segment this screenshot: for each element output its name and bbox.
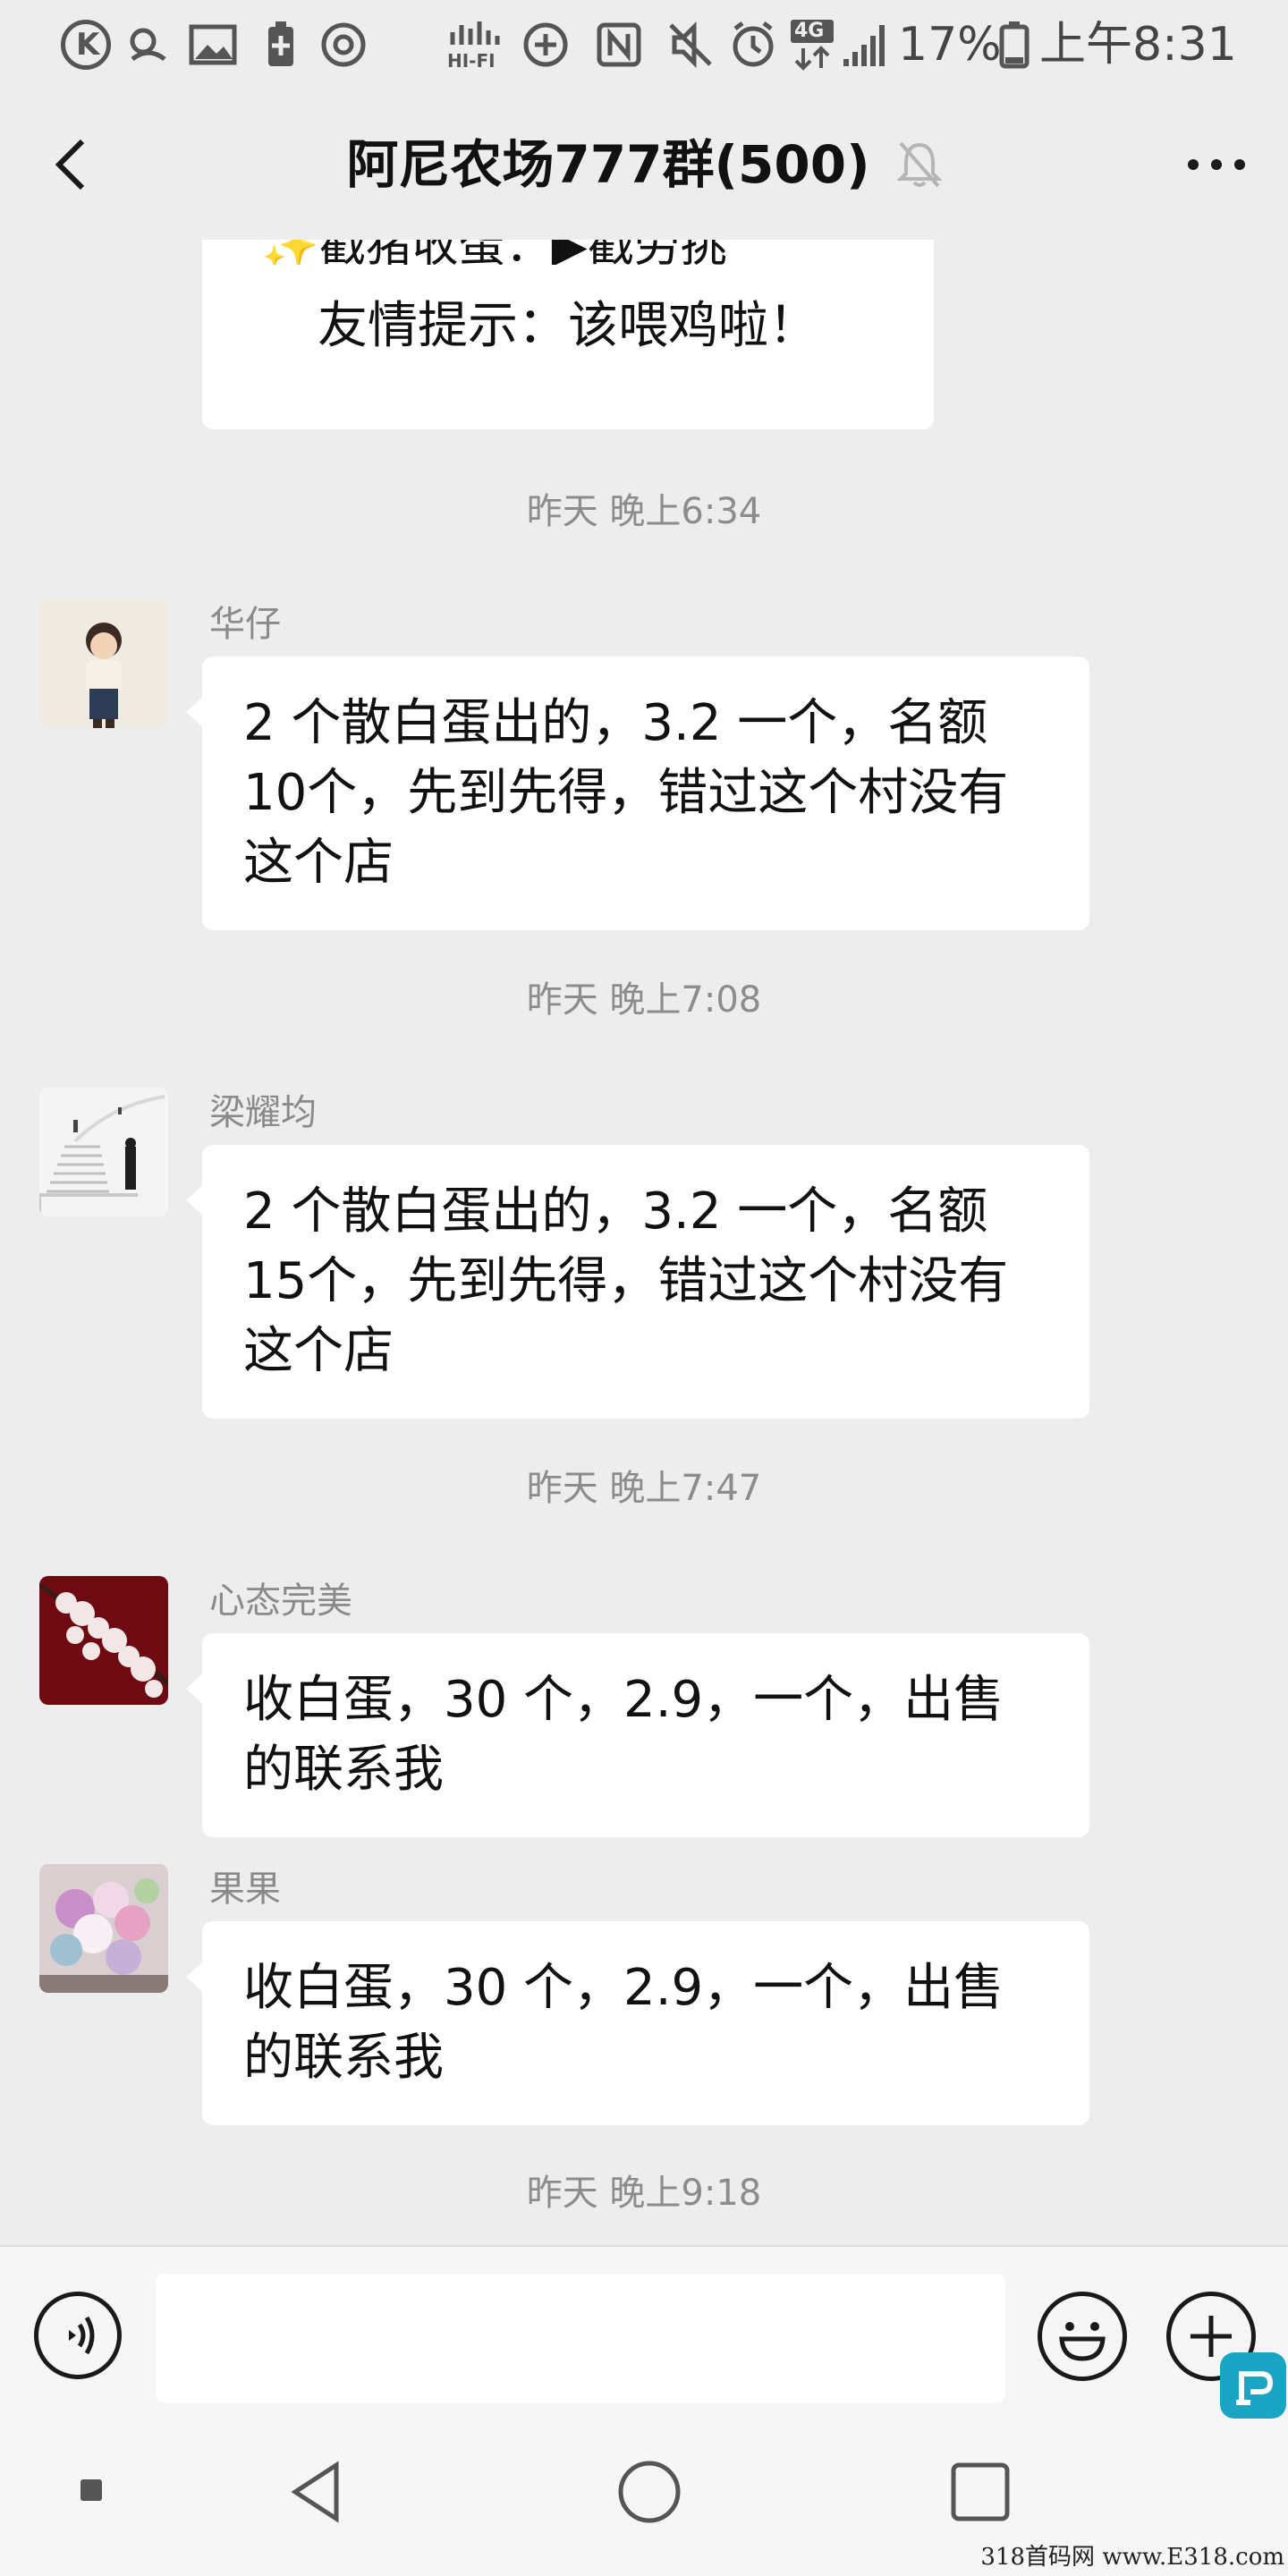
message-cut-off-line-wrap: ✨戳猪收蛋：▶戳劳挑 — [243, 240, 893, 265]
sender-name: 华仔 — [209, 604, 281, 645]
timestamp: 昨天 晚上9:18 — [526, 2173, 762, 2214]
data-saver-icon — [523, 22, 568, 67]
chat-header: 阿尼农场777群(500) — [0, 89, 1288, 240]
message-bubble[interactable]: 收白蛋，30 个，2.9，一个，出售 的联系我 — [186, 1633, 1089, 1837]
recent-dot-icon[interactable] — [79, 2478, 104, 2503]
avatar[interactable] — [39, 1088, 168, 1216]
4g-icon: 4G — [791, 20, 834, 73]
battery-saver-icon — [268, 21, 293, 66]
timestamp: 昨天 晚上7:08 — [526, 979, 762, 1021]
kkbox-icon: K — [61, 20, 111, 70]
message-text[interactable]: 友情提示：该喂鸡啦！ — [243, 292, 893, 361]
clock: 上午8:31 — [1039, 18, 1237, 72]
timestamp: 昨天 晚上6:34 — [526, 491, 762, 532]
chat-title-wrap: 阿尼农场777群(500) — [0, 125, 1288, 204]
chrome-icon — [321, 22, 366, 67]
battery-icon — [999, 21, 1030, 69]
message-cut-off-line: ✨戳猪收蛋：▶戳劳挑 — [261, 240, 727, 265]
avatar[interactable] — [39, 599, 168, 728]
sender-name: 梁耀均 — [209, 1092, 317, 1133]
avatar[interactable] — [39, 1576, 168, 1705]
message-bubble[interactable]: 2 个散白蛋出的，3.2 一个，名额 15个，先到先得，错过这个村没有 这个店 — [186, 1145, 1089, 1419]
message-input[interactable] — [156, 2274, 1005, 2402]
voice-button[interactable] — [34, 2292, 122, 2379]
input-bar — [0, 2245, 1288, 2424]
back-triangle-icon[interactable] — [283, 2458, 351, 2526]
app-badge-icon — [1236, 2371, 1274, 2405]
emoji-button[interactable] — [1038, 2292, 1127, 2381]
mute-icon — [669, 21, 712, 69]
message-bubble[interactable]: 收白蛋，30 个，2.9，一个，出售 的联系我 — [186, 1921, 1089, 2125]
hifi-icon: HI-FI — [447, 20, 501, 73]
overview-square-icon[interactable] — [946, 2458, 1014, 2526]
image-icon — [189, 24, 237, 65]
emoji-icon — [1059, 2322, 1106, 2361]
voice-icon — [69, 2316, 95, 2355]
battery-percent: 17% — [898, 18, 1002, 72]
more-dots-icon[interactable] — [1181, 129, 1252, 200]
status-bar: K HI-FI 4G 17% 上午8:31 — [0, 0, 1288, 89]
bell-muted-icon — [896, 141, 942, 188]
watermark: 318首码网 www.E318.com — [980, 2544, 1284, 2571]
system-nav-bar: 318首码网 www.E318.com — [0, 2424, 1288, 2576]
avatar[interactable] — [39, 1864, 168, 1993]
timestamp: 昨天 晚上7:47 — [526, 1468, 762, 1509]
alarm-icon — [733, 21, 774, 67]
signal-icon — [843, 25, 885, 66]
nfc-icon — [597, 22, 641, 67]
floating-app-badge[interactable] — [1220, 2352, 1286, 2419]
message-bubble[interactable]: ✨戳猪收蛋：▶戳劳挑 友情提示：该喂鸡啦！ — [202, 240, 934, 429]
home-circle-icon[interactable] — [614, 2456, 685, 2528]
weather-icon — [130, 28, 166, 62]
message-list[interactable]: ✨戳猪收蛋：▶戳劳挑 友情提示：该喂鸡啦！ 昨天 晚上6:34 华仔 2 个散白… — [0, 240, 1288, 2245]
sender-name: 心态完美 — [209, 1580, 352, 1622]
chat-title: 阿尼农场777群(500) — [346, 134, 870, 195]
sender-name: 果果 — [209, 1868, 281, 1910]
message-bubble[interactable]: 2 个散白蛋出的，3.2 一个，名额 10个，先到先得，错过这个村没有 这个店 — [186, 657, 1089, 930]
